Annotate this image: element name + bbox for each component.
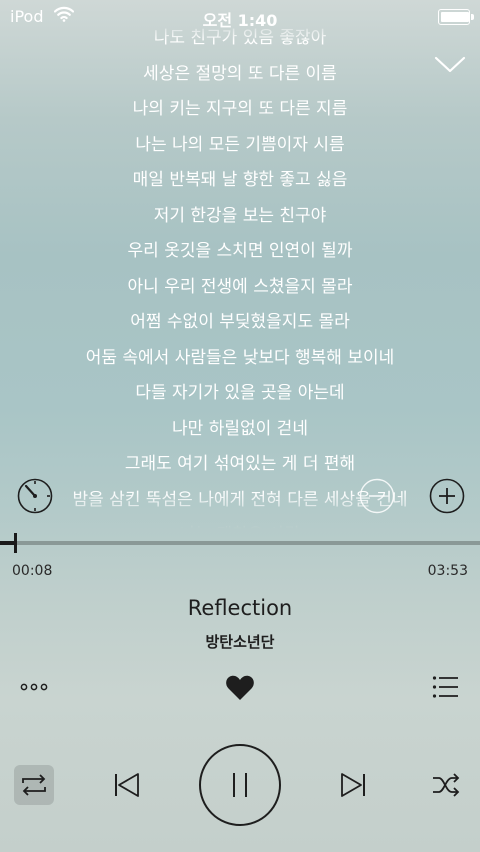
elapsed-time: 00:08 [12,563,53,579]
lyric-line: 나는 나의 모든 기쁨이자 시름 [135,134,345,155]
lyric-line: 어둠 속에서 사람들은 낮보다 행복해 보이네 [85,347,395,368]
next-icon[interactable] [338,770,368,800]
status-time: 오전 1:40 [202,11,278,30]
shuffle-icon[interactable] [431,770,461,800]
lyric-line: 나만 하릴없이 걷네 [172,418,308,439]
lyric-line: 그래도 여기 섞여있는 게 더 편해 [124,454,356,474]
lyric-line: 나의 키는 지구의 또 다른 지름 [132,99,348,119]
lyric-line: 세상은 절망의 또 다른 이름 [143,63,337,84]
lyric-line: 매일 반복돼 날 향한 좋고 싫음 [132,170,348,190]
more-dots-icon[interactable] [20,678,50,696]
progress-bar[interactable] [0,533,480,553]
list-icon[interactable] [432,674,460,700]
repeat-icon[interactable] [14,765,54,805]
song-title: Reflection [187,596,293,620]
pause-button[interactable] [198,743,282,827]
lyric-line: 밤을 삼킨 뚝섬은 나에게 전혀 다른 세상을 건네 [72,489,408,510]
progress-thumb[interactable] [14,533,17,553]
lyric-line: 우리 옷깃을 스치면 인연이 될까 [127,241,353,261]
status-bar: iPod 오전 1:40 [0,0,480,34]
lyric-line: 다들 자기가 있을 곳을 아는데 [135,383,345,403]
artist-name[interactable]: 방탄소년단 [0,631,480,652]
minus-circle-icon[interactable] [358,477,396,515]
previous-icon[interactable] [112,770,142,800]
battery-icon [438,9,474,25]
plus-circle-icon[interactable] [428,477,466,515]
heart-icon[interactable] [225,674,255,702]
timer-icon[interactable] [16,477,54,515]
total-time: 03:53 [427,563,468,579]
lyric-line: 저기 한강을 보는 친구야 [153,205,327,226]
lyric-line: 나는 괜찮은 사람 [0,518,480,529]
lyric-line: 어쩜 수없이 부딪혔을지도 몰라 [130,312,350,332]
lyrics-view[interactable]: 나도 친구가 있음 좋잖아 세상은 절망의 또 다른 이름 나의 키는 지구의 … [0,21,480,529]
pause-icon [199,744,281,826]
lyric-line: 아니 우리 전생에 스쳤을지 몰라 [127,276,353,297]
chevron-down-icon[interactable] [434,52,466,76]
